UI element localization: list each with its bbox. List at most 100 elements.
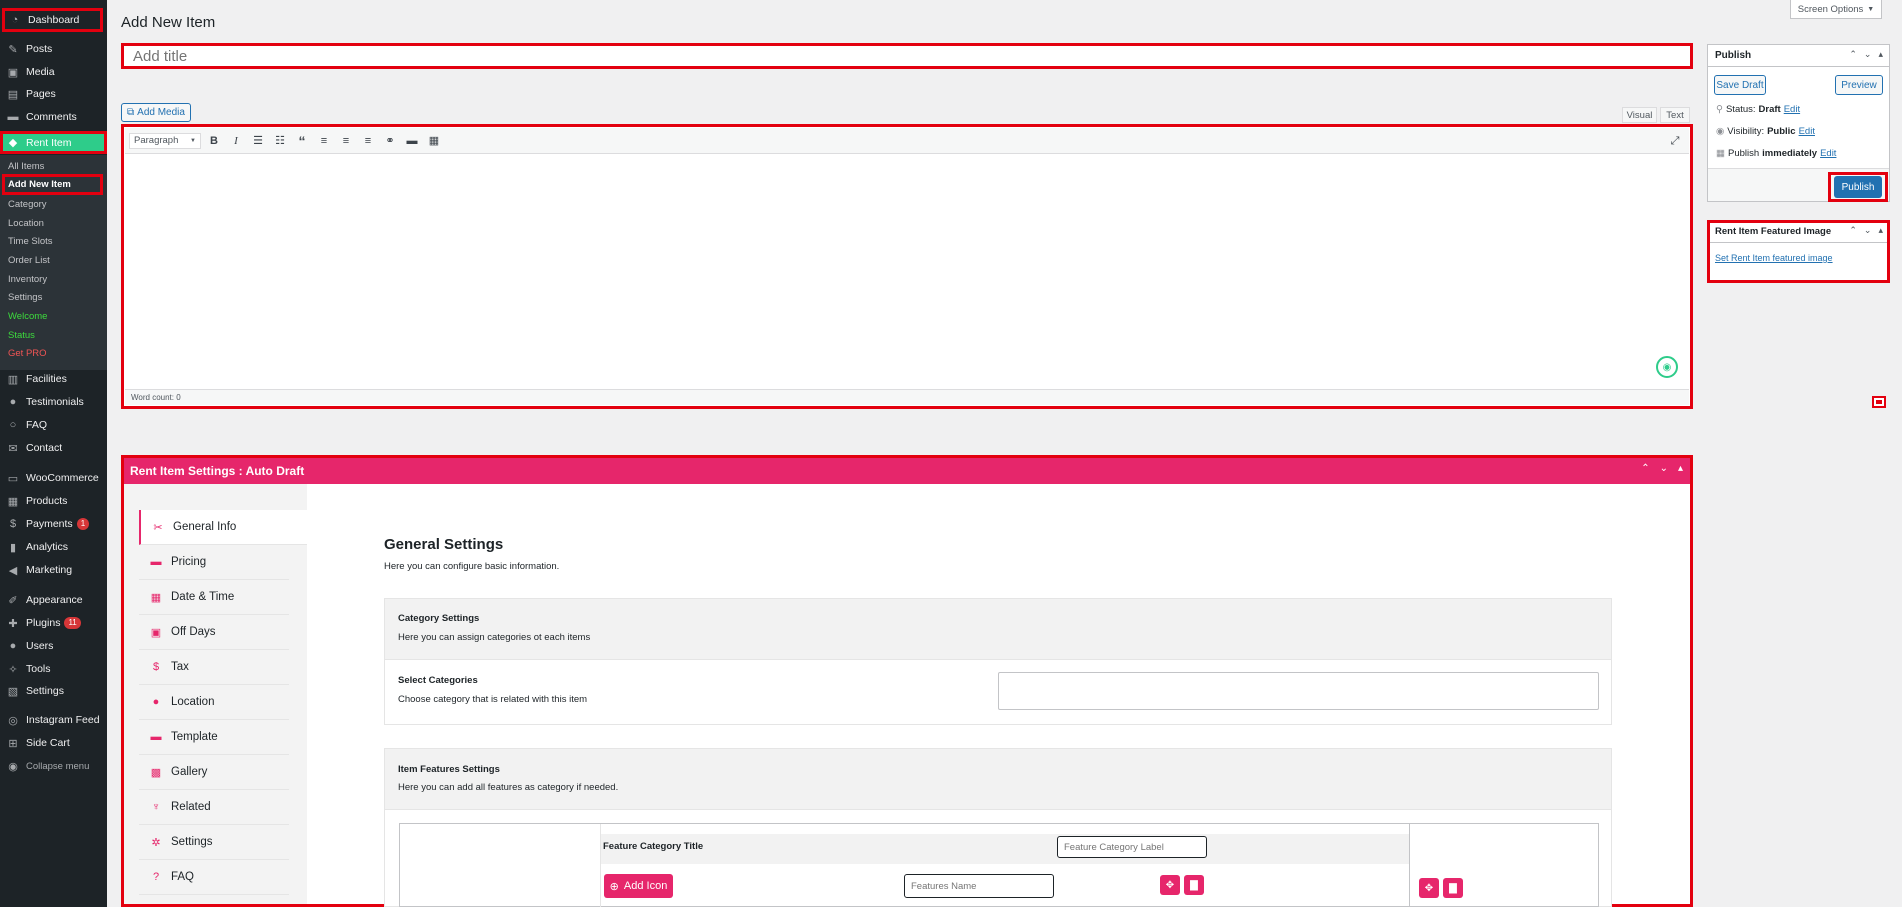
sidebar-sub-welcome[interactable]: Welcome (0, 307, 107, 325)
sidebar-item-side-cart[interactable]: ⊞ Side Cart (0, 733, 107, 753)
sidebar-item-users[interactable]: ● Users (0, 636, 107, 656)
media-add-icon: ⧉ (127, 107, 135, 118)
featured-image-box: Rent Item Featured Image ⌃ ⌄ ▴ Set Rent It… (1707, 220, 1890, 283)
sidebar-item-woocommerce[interactable]: ▭ WooCommerce (0, 468, 107, 488)
toolbar-toggle-icon[interactable]: ▦ (425, 132, 443, 150)
align-center-icon[interactable]: ≡ (337, 132, 355, 150)
select-categories-input[interactable] (998, 672, 1599, 710)
calendar-icon: ▦ (1716, 148, 1725, 159)
status-edit-link[interactable]: Edit (1784, 104, 1800, 115)
sidebar-sub-status[interactable]: Status (0, 326, 107, 344)
sidebar-item-instagram-feed[interactable]: ◎ Instagram Feed (0, 710, 107, 730)
general-settings-desc: Here you can configure basic information… (384, 561, 560, 572)
sidebar-item-pages[interactable]: ▤ Pages (0, 84, 107, 104)
sidebar-sub-add-new-item[interactable]: Add New Item (2, 174, 103, 195)
sidebar-item-products[interactable]: ▦ Products (0, 491, 107, 511)
sidebar-item-posts[interactable]: ✎ Posts (0, 39, 107, 59)
bullet-list-icon[interactable]: ☰ (249, 132, 267, 150)
sidebar-item-appearance[interactable]: ✐ Appearance (0, 590, 107, 610)
fullscreen-icon[interactable]: ⤢ (1666, 132, 1684, 150)
sidebar-sub-settings[interactable]: Settings (0, 288, 107, 306)
tab-general-info[interactable]: ✂ General Info (139, 510, 307, 545)
sidebar-item-testimonials[interactable]: ● Testimonials (0, 392, 107, 412)
sidebar-item-analytics[interactable]: ▮ Analytics (0, 537, 107, 557)
move-up-icon[interactable]: ⌃ (1641, 463, 1649, 474)
tab-pricing[interactable]: ▬ Pricing (139, 545, 289, 580)
trash-icon[interactable]: ▇ (1184, 875, 1204, 895)
sidebar-sub-location[interactable]: Location (0, 214, 107, 232)
move-group-icon[interactable]: ✥ (1419, 878, 1439, 898)
sidebar-sub-category[interactable]: Category (0, 195, 107, 213)
sidebar-collapse-menu[interactable]: ◉ Collapse menu (0, 756, 107, 776)
move-up-icon[interactable]: ⌃ (1849, 49, 1857, 60)
italic-icon[interactable]: I (227, 132, 245, 150)
sidebar-item-settings[interactable]: ▧ Settings (0, 681, 107, 701)
editor-toolbar: Paragraph ▼ B I ☰ ☷ “ ≡ ≡ ≡ ⚭ ▬ ▦ (125, 128, 1689, 154)
tab-faq[interactable]: ? FAQ (139, 860, 289, 895)
sidebar-item-media[interactable]: ▣ Media (0, 62, 107, 82)
move-icon[interactable]: ✥ (1160, 875, 1180, 895)
tab-template[interactable]: ▬ Template (139, 720, 289, 755)
trash-group-icon[interactable]: ▇ (1443, 878, 1463, 898)
align-right-icon[interactable]: ≡ (359, 132, 377, 150)
link-icon[interactable]: ⚭ (381, 132, 399, 150)
toggle-panel-icon[interactable]: ▴ (1878, 49, 1883, 60)
sidebar-item-marketing[interactable]: ◀ Marketing (0, 560, 107, 580)
read-more-icon[interactable]: ▬ (403, 132, 421, 150)
sidebar-item-facilities[interactable]: ▥ Facilities (0, 369, 107, 389)
sidebar-item-faq[interactable]: ○ FAQ (0, 415, 107, 435)
settings-panel-title: Rent Item Settings : Auto Draft (124, 458, 1690, 484)
features-name-input[interactable] (904, 874, 1054, 898)
format-select[interactable]: Paragraph ▼ (129, 132, 201, 149)
editor-content-area[interactable] (125, 154, 1689, 388)
assistant-icon[interactable]: ◉ (1656, 356, 1678, 378)
blockquote-icon[interactable]: “ (293, 132, 311, 150)
feature-category-input[interactable] (1057, 836, 1207, 858)
sidebar-sub-all-items[interactable]: All Items (0, 157, 107, 175)
sidebar-sub-inventory[interactable]: Inventory (0, 270, 107, 288)
tab-text[interactable]: Text (1660, 107, 1690, 123)
publish-button[interactable]: Publish (1834, 176, 1882, 198)
sidebar-item-tools[interactable]: ✧ Tools (0, 659, 107, 679)
tab-related[interactable]: ♆ Related (139, 790, 289, 825)
tab-off-days[interactable]: ▣ Off Days (139, 615, 289, 650)
calendar-icon: ▦ (150, 591, 162, 604)
sidebar-item-contact[interactable]: ✉ Contact (0, 438, 107, 458)
visibility-edit-link[interactable]: Edit (1799, 126, 1815, 137)
sidebar-item-dashboard[interactable]: ◔ Dashboard (2, 8, 103, 32)
screen-options-button[interactable]: Screen Options ▼ (1790, 0, 1882, 19)
toggle-panel-icon[interactable]: ▴ (1878, 225, 1883, 236)
woo-icon: ▭ (7, 472, 19, 485)
numbered-list-icon[interactable]: ☷ (271, 132, 289, 150)
move-down-icon[interactable]: ⌄ (1864, 49, 1872, 60)
move-down-icon[interactable]: ⌄ (1660, 463, 1668, 474)
person-icon: ● (9, 396, 17, 408)
tab-location[interactable]: ● Location (139, 685, 289, 720)
tab-tax[interactable]: $ Tax (139, 650, 289, 685)
move-up-icon[interactable]: ⌃ (1849, 225, 1857, 236)
sidebar-item-comments[interactable]: ▬ Comments (0, 107, 107, 127)
sidebar-sub-time-slots[interactable]: Time Slots (0, 232, 107, 250)
tab-date-time[interactable]: ▦ Date & Time (139, 580, 289, 615)
preview-button[interactable]: Preview (1835, 75, 1883, 95)
title-input[interactable] (121, 43, 1693, 69)
tab-gallery[interactable]: ▩ Gallery (139, 755, 289, 790)
move-down-icon[interactable]: ⌄ (1864, 225, 1872, 236)
add-icon-button[interactable]: ⊕ Add Icon (604, 874, 673, 898)
sidebar-sub-order-list[interactable]: Order List (0, 251, 107, 269)
item-features-body: Feature Category Title ⊕Add Icon ✥ ▇ ✥ ▇ (384, 810, 1612, 907)
sidebar-sub-get-pro[interactable]: Get PRO (0, 344, 107, 362)
sidebar-item-payments[interactable]: $ Payments 1 (0, 514, 107, 534)
tab-settings[interactable]: ✲ Settings (139, 825, 289, 860)
sidebar-item-rent-item[interactable]: ◆ Rent Item (0, 131, 107, 154)
sidebar-item-plugins[interactable]: ✚ Plugins 11 (0, 613, 107, 633)
bold-icon[interactable]: B (205, 132, 223, 150)
align-left-icon[interactable]: ≡ (315, 132, 333, 150)
toggle-panel-icon[interactable]: ▴ (1678, 463, 1683, 474)
tab-visual[interactable]: Visual (1622, 107, 1657, 123)
set-featured-image-link[interactable]: Set Rent Item featured image (1715, 253, 1833, 263)
add-media-button[interactable]: ⧉ Add Media (121, 103, 191, 122)
publish-date-edit-link[interactable]: Edit (1820, 148, 1836, 159)
save-draft-button[interactable]: Save Draft (1714, 75, 1766, 95)
collapse-icon: ◉ (8, 760, 18, 773)
